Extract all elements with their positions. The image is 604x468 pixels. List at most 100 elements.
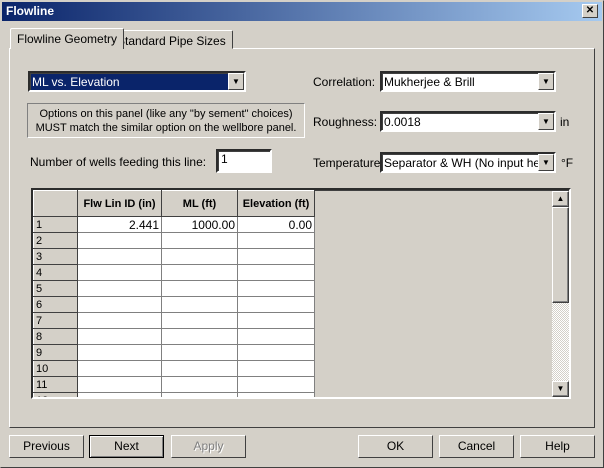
- row-header[interactable]: 3: [33, 248, 78, 265]
- table-row: 1 2.441 1000.00 0.00: [33, 216, 315, 233]
- grid-cell[interactable]: [77, 328, 162, 345]
- grid-cell[interactable]: [161, 264, 238, 281]
- column-header[interactable]: ML (ft): [161, 190, 238, 217]
- cancel-button[interactable]: Cancel: [439, 435, 514, 458]
- grid-cell[interactable]: [161, 232, 238, 249]
- temperature-select[interactable]: Separator & WH (No input here) ▼: [380, 152, 556, 173]
- correlation-label: Correlation:: [313, 75, 376, 89]
- chevron-down-icon[interactable]: ▼: [538, 154, 554, 171]
- table-row: 12: [33, 392, 315, 397]
- roughness-label: Roughness:: [313, 115, 378, 129]
- row-header[interactable]: 6: [33, 296, 78, 313]
- row-header[interactable]: 1: [33, 216, 78, 233]
- next-button[interactable]: Next: [89, 435, 164, 458]
- grid-cell[interactable]: [77, 296, 162, 313]
- grid-cell[interactable]: [77, 312, 162, 329]
- grid-cell[interactable]: [161, 280, 238, 297]
- grid-cell[interactable]: 1000.00: [161, 216, 238, 233]
- row-header[interactable]: 2: [33, 232, 78, 249]
- grid-cell[interactable]: [237, 328, 315, 345]
- grid-cell[interactable]: [161, 344, 238, 361]
- mode-select[interactable]: ML vs. Elevation ▼: [28, 71, 246, 92]
- table-row: 6: [33, 296, 315, 313]
- roughness-unit: in: [560, 115, 570, 129]
- row-header[interactable]: 4: [33, 264, 78, 281]
- table-row: 5: [33, 280, 315, 297]
- scroll-up-arrow-icon[interactable]: ▲: [552, 191, 569, 207]
- chevron-down-icon[interactable]: ▼: [228, 73, 244, 90]
- column-header[interactable]: Flw Lin ID (in): [77, 190, 162, 217]
- data-grid: Flw Lin ID (in) ML (ft) Elevation (ft) 1…: [31, 188, 571, 399]
- mode-select-value: ML vs. Elevation: [32, 75, 120, 89]
- table-row: 9: [33, 344, 315, 361]
- row-header[interactable]: 10: [33, 360, 78, 377]
- grid-cell[interactable]: [237, 344, 315, 361]
- previous-button[interactable]: Previous: [9, 435, 84, 458]
- grid-cell[interactable]: [237, 280, 315, 297]
- grid-cell[interactable]: [161, 248, 238, 265]
- row-header[interactable]: 11: [33, 376, 78, 393]
- grid-cell[interactable]: [237, 392, 315, 397]
- grid-cell[interactable]: [237, 312, 315, 329]
- vertical-scrollbar[interactable]: ▲ ▼: [552, 191, 569, 397]
- table-row: 7: [33, 312, 315, 329]
- grid-cell[interactable]: 2.441: [77, 216, 162, 233]
- grid-cell[interactable]: [77, 280, 162, 297]
- note-line-1: Options on this panel (like any "by seme…: [39, 108, 293, 120]
- tab-flowline-geometry[interactable]: Flowline Geometry: [10, 28, 125, 49]
- grid-cell[interactable]: [237, 296, 315, 313]
- scroll-down-arrow-icon[interactable]: ▼: [552, 381, 569, 397]
- grid-cell[interactable]: [161, 328, 238, 345]
- grid-cell[interactable]: [237, 248, 315, 265]
- temperature-label: Temperature:: [313, 156, 384, 170]
- ok-button[interactable]: OK: [358, 435, 433, 458]
- corner-header: [33, 190, 78, 217]
- grid-cell[interactable]: [161, 360, 238, 377]
- table-row: 4: [33, 264, 315, 281]
- grid-cell[interactable]: [77, 344, 162, 361]
- temperature-unit: °F: [561, 156, 574, 170]
- note-box: Options on this panel (like any "by seme…: [27, 103, 305, 138]
- note-line-2: MUST match the similar option on the wel…: [35, 122, 297, 134]
- grid-cell[interactable]: [77, 360, 162, 377]
- grid-cell[interactable]: [161, 296, 238, 313]
- table-row: 10: [33, 360, 315, 377]
- grid-cell[interactable]: [237, 264, 315, 281]
- roughness-select[interactable]: 0.0018 ▼: [380, 111, 556, 132]
- chevron-down-icon[interactable]: ▼: [538, 113, 554, 130]
- temperature-value: Separator & WH (No input here): [384, 156, 555, 170]
- correlation-value: Mukherjee & Brill: [384, 75, 475, 89]
- grid-cell[interactable]: 0.00: [237, 216, 315, 233]
- row-header[interactable]: 12: [33, 392, 78, 397]
- wells-input[interactable]: 1: [216, 149, 272, 173]
- chevron-down-icon[interactable]: ▼: [538, 73, 554, 90]
- correlation-select[interactable]: Mukherjee & Brill ▼: [380, 71, 556, 92]
- grid-cell[interactable]: [161, 392, 238, 397]
- grid-table: Flw Lin ID (in) ML (ft) Elevation (ft) 1…: [33, 190, 315, 397]
- close-button[interactable]: ✕: [582, 4, 598, 18]
- table-row: 11: [33, 376, 315, 393]
- column-header[interactable]: Elevation (ft): [237, 190, 315, 217]
- grid-cell[interactable]: [237, 360, 315, 377]
- grid-cell[interactable]: [161, 312, 238, 329]
- apply-button[interactable]: Apply: [171, 435, 246, 458]
- grid-cell[interactable]: [237, 376, 315, 393]
- grid-cell[interactable]: [161, 376, 238, 393]
- grid-cell[interactable]: [77, 248, 162, 265]
- row-header[interactable]: 9: [33, 344, 78, 361]
- roughness-value: 0.0018: [384, 115, 421, 129]
- tab-standard-pipe-sizes[interactable]: Standard Pipe Sizes: [110, 30, 233, 49]
- grid-cell[interactable]: [77, 232, 162, 249]
- help-button[interactable]: Help: [520, 435, 595, 458]
- table-row: 8: [33, 328, 315, 345]
- grid-cell[interactable]: [77, 392, 162, 397]
- grid-cell[interactable]: [77, 264, 162, 281]
- grid-cell[interactable]: [237, 232, 315, 249]
- row-header[interactable]: 8: [33, 328, 78, 345]
- title-bar: Flowline: [2, 2, 602, 21]
- scrollbar-thumb[interactable]: [552, 207, 569, 303]
- grid-cell[interactable]: [77, 376, 162, 393]
- row-header[interactable]: 5: [33, 280, 78, 297]
- row-header[interactable]: 7: [33, 312, 78, 329]
- table-row: 2: [33, 232, 315, 249]
